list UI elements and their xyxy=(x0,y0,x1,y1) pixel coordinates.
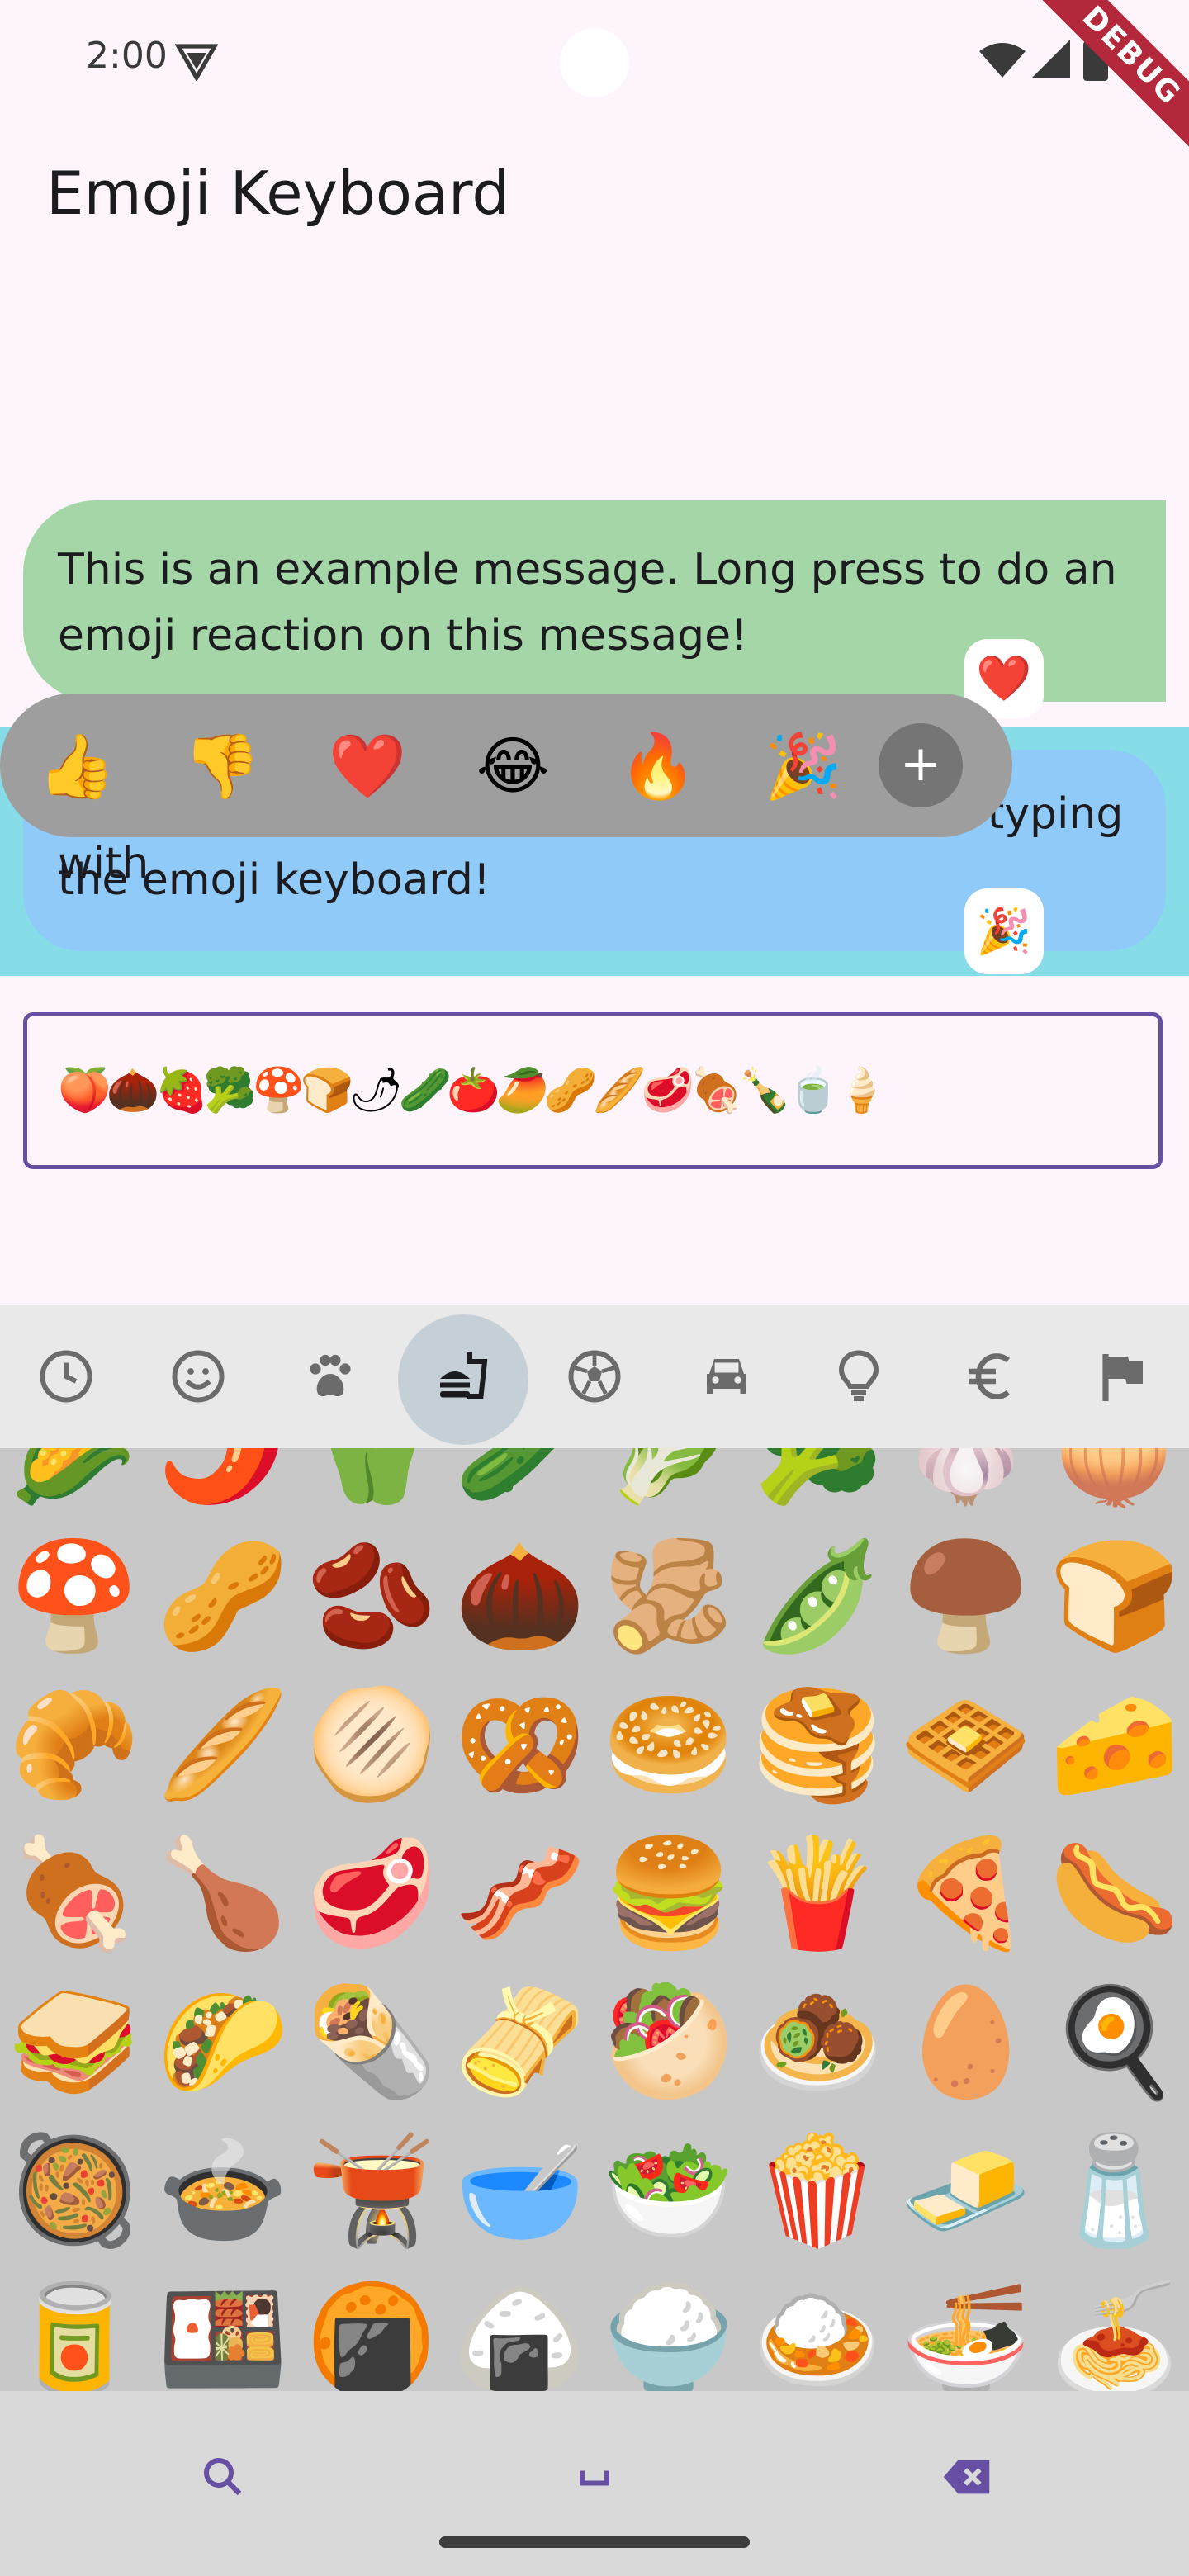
backspace-button[interactable] xyxy=(918,2427,1017,2526)
search-button[interactable] xyxy=(173,2427,272,2526)
search-icon xyxy=(204,2458,242,2496)
space-icon xyxy=(580,2470,609,2486)
tab-flags[interactable] xyxy=(1057,1313,1189,1440)
emoji-cell[interactable]: 🍛 xyxy=(743,2266,892,2393)
vpn-icon xyxy=(175,44,218,81)
emoji-cell[interactable]: 🍚 xyxy=(594,2266,743,2393)
flags-icon xyxy=(1102,1354,1143,1401)
emoji-cell[interactable]: 🫕 xyxy=(297,2117,446,2266)
emoji-cell[interactable]: 🥐 xyxy=(0,1671,149,1820)
emoji-cell[interactable]: 🍄‍🟫 xyxy=(892,1522,1040,1671)
recent-icon xyxy=(40,1350,92,1403)
emoji-cell[interactable]: 🍟 xyxy=(743,1820,892,1968)
emoji-cell[interactable]: 🍗 xyxy=(149,1820,297,1968)
emoji-cell[interactable]: 🫑 xyxy=(297,1448,446,1522)
emoji-cell[interactable]: 🍱 xyxy=(149,2266,297,2393)
emoji-cell[interactable]: 🫓 xyxy=(297,1671,446,1820)
emoji-cell[interactable]: 🥙 xyxy=(594,1968,743,2117)
tab-smileys[interactable] xyxy=(132,1313,264,1440)
space-button[interactable] xyxy=(545,2427,644,2526)
emoji-cell[interactable]: 🥓 xyxy=(446,1820,594,1968)
emoji-cell[interactable]: 🧈 xyxy=(892,2117,1040,2266)
emoji-cell[interactable]: 🥗 xyxy=(594,2117,743,2266)
emoji-cell[interactable]: 🍘 xyxy=(297,2266,446,2393)
emoji-cell[interactable]: 🥫 xyxy=(0,2266,149,2393)
food-icon xyxy=(440,1352,488,1399)
emoji-cell[interactable]: 🍜 xyxy=(892,2266,1040,2393)
emoji-cell[interactable]: 🧆 xyxy=(743,1968,892,2117)
travel-icon xyxy=(707,1359,746,1394)
home-indicator[interactable] xyxy=(439,2536,750,2548)
emoji-cell[interactable]: 🥚 xyxy=(892,1968,1040,2117)
emoji-cell[interactable]: 🌭 xyxy=(1040,1820,1189,1968)
input-value: 🍑🌰🍓🥦🍄🍞🌶🥒🍅🥭🥜🥖🥩🍖🍾🍵🍦 xyxy=(58,1066,888,1115)
emoji-grid: 🌽🌶️🫑🥒🥬🥦🧄🧅 🍄🥜🫘🌰🫚🫛🍄‍🟫🍞 🥐🥖🫓🥨🥯🥞🧇🧀 🍖🍗🥩🥓🍔🍟🍕🌭 🥪🌮🌯🫔🥙… xyxy=(0,1448,1189,2393)
emoji-cell[interactable]: 🥨 xyxy=(446,1671,594,1820)
emoji-cell[interactable]: 🧂 xyxy=(1040,2117,1189,2266)
emoji-cell[interactable]: 🥞 xyxy=(743,1671,892,1820)
tab-symbols[interactable] xyxy=(925,1313,1057,1440)
reaction-option[interactable]: 🎉 xyxy=(758,727,849,806)
reaction-option[interactable]: ❤️ xyxy=(322,727,413,806)
page-title: Emoji Keyboard xyxy=(46,159,510,228)
message-reaction[interactable]: 🎉 xyxy=(964,888,1044,974)
add-reaction-button[interactable]: + xyxy=(879,723,963,807)
emoji-cell[interactable]: 🧀 xyxy=(1040,1671,1189,1820)
wifi-icon xyxy=(979,43,1026,78)
emoji-cell[interactable]: 🍳 xyxy=(1040,1968,1189,2117)
emoji-cell[interactable]: 🥒 xyxy=(446,1448,594,1522)
emoji-cell[interactable]: 🍄 xyxy=(0,1522,149,1671)
emoji-cell[interactable]: 🌮 xyxy=(149,1968,297,2117)
smiley-icon xyxy=(172,1350,225,1403)
emoji-cell[interactable]: 🧅 xyxy=(1040,1448,1189,1522)
reaction-option[interactable]: 🔥 xyxy=(613,727,703,806)
emoji-cell[interactable]: 🥘 xyxy=(0,2117,149,2266)
emoji-cell[interactable]: 🍝 xyxy=(1040,2266,1189,2393)
emoji-cell[interactable]: 🍲 xyxy=(149,2117,297,2266)
emoji-cell[interactable]: 🍙 xyxy=(446,2266,594,2393)
activity-icon xyxy=(568,1350,621,1403)
emoji-cell[interactable]: 🍞 xyxy=(1040,1522,1189,1671)
emoji-cell[interactable]: 🍔 xyxy=(594,1820,743,1968)
debug-banner: DEBUG xyxy=(1027,0,1189,160)
symbols-icon xyxy=(969,1353,1011,1399)
signal-icon xyxy=(1032,40,1070,78)
emoji-cell[interactable]: 🍕 xyxy=(892,1820,1040,1968)
emoji-cell[interactable]: 🥣 xyxy=(446,2117,594,2266)
emoji-cell[interactable]: 🍖 xyxy=(0,1820,149,1968)
reaction-option[interactable]: 👍 xyxy=(31,727,122,806)
emoji-cell[interactable]: 🥬 xyxy=(594,1448,743,1522)
tab-travel[interactable] xyxy=(661,1313,793,1440)
emoji-cell[interactable]: 🥩 xyxy=(297,1820,446,1968)
tab-animals[interactable] xyxy=(264,1313,396,1440)
emoji-cell[interactable]: 🧇 xyxy=(892,1671,1040,1820)
objects-icon xyxy=(838,1350,879,1401)
tab-activities[interactable] xyxy=(528,1313,661,1440)
status-time: 2:00 xyxy=(86,35,168,77)
emoji-cell[interactable]: 🥜 xyxy=(149,1522,297,1671)
emoji-cell[interactable]: 🌽 xyxy=(0,1448,149,1522)
emoji-cell[interactable]: 🌶️ xyxy=(149,1448,297,1522)
emoji-cell[interactable]: 🧄 xyxy=(892,1448,1040,1522)
reaction-option[interactable]: 😂 xyxy=(467,727,558,806)
backspace-icon xyxy=(943,2460,990,2494)
emoji-cell[interactable]: 🍿 xyxy=(743,2117,892,2266)
emoji-cell[interactable]: 🥖 xyxy=(149,1671,297,1820)
tab-objects[interactable] xyxy=(793,1313,925,1440)
tab-food[interactable] xyxy=(396,1313,528,1440)
animals-icon xyxy=(310,1354,351,1397)
reaction-option[interactable]: 👎 xyxy=(177,727,268,806)
emoji-cell[interactable]: 🫚 xyxy=(594,1522,743,1671)
emoji-cell[interactable]: 🫛 xyxy=(743,1522,892,1671)
emoji-cell[interactable]: 🌯 xyxy=(297,1968,446,2117)
emoji-cell[interactable]: 🥪 xyxy=(0,1968,149,2117)
emoji-cell[interactable]: 🫘 xyxy=(297,1522,446,1671)
tab-recent[interactable] xyxy=(0,1313,132,1440)
emoji-cell[interactable]: 🌰 xyxy=(446,1522,594,1671)
emoji-cell[interactable]: 🥯 xyxy=(594,1671,743,1820)
camera-cutout xyxy=(560,28,629,97)
emoji-cell[interactable]: 🫔 xyxy=(446,1968,594,2117)
emoji-cell[interactable]: 🥦 xyxy=(743,1448,892,1522)
message-text: the emoji keyboard! xyxy=(58,855,490,905)
